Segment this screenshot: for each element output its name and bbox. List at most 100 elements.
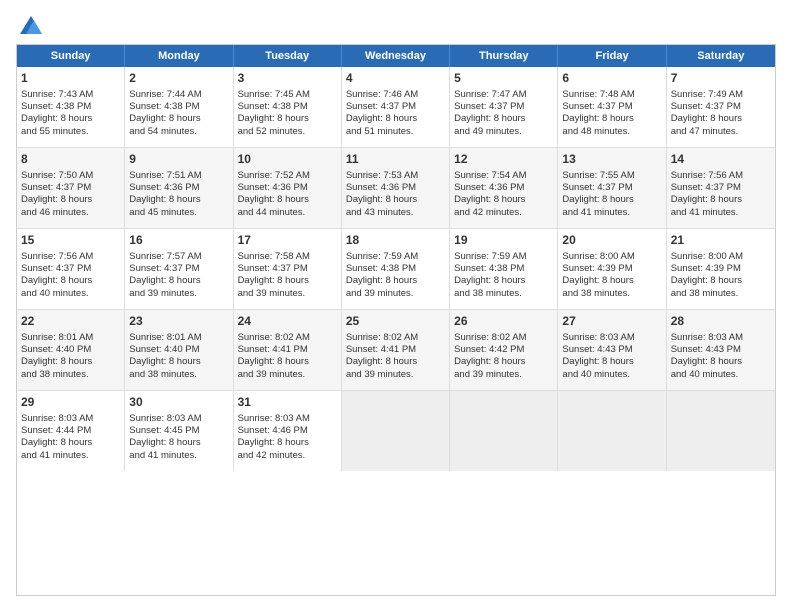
calendar-cell: [667, 391, 775, 471]
day-info-line: and 39 minutes.: [238, 369, 337, 381]
day-info-line: Sunset: 4:36 PM: [346, 182, 445, 194]
day-info-line: Sunrise: 7:56 AM: [671, 170, 771, 182]
day-info-line: and 40 minutes.: [21, 288, 120, 300]
calendar-cell: 7Sunrise: 7:49 AMSunset: 4:37 PMDaylight…: [667, 67, 775, 147]
day-info-line: Daylight: 8 hours: [671, 194, 771, 206]
day-info-line: Sunrise: 7:57 AM: [129, 251, 228, 263]
day-info-line: Sunset: 4:37 PM: [671, 182, 771, 194]
day-info-line: and 39 minutes.: [346, 369, 445, 381]
calendar-cell: 5Sunrise: 7:47 AMSunset: 4:37 PMDaylight…: [450, 67, 558, 147]
calendar-cell: 27Sunrise: 8:03 AMSunset: 4:43 PMDayligh…: [558, 310, 666, 390]
day-number: 28: [671, 314, 771, 330]
day-info-line: Sunset: 4:40 PM: [21, 344, 120, 356]
day-number: 21: [671, 233, 771, 249]
day-number: 18: [346, 233, 445, 249]
calendar-cell: 26Sunrise: 8:02 AMSunset: 4:42 PMDayligh…: [450, 310, 558, 390]
calendar-cell: [450, 391, 558, 471]
day-info-line: Daylight: 8 hours: [562, 194, 661, 206]
day-info-line: and 40 minutes.: [671, 369, 771, 381]
day-info-line: Daylight: 8 hours: [21, 194, 120, 206]
day-info-line: Daylight: 8 hours: [21, 275, 120, 287]
calendar-cell: 10Sunrise: 7:52 AMSunset: 4:36 PMDayligh…: [234, 148, 342, 228]
calendar-cell: 25Sunrise: 8:02 AMSunset: 4:41 PMDayligh…: [342, 310, 450, 390]
day-number: 25: [346, 314, 445, 330]
day-info-line: Sunrise: 8:02 AM: [346, 332, 445, 344]
day-info-line: Daylight: 8 hours: [346, 194, 445, 206]
day-info-line: and 48 minutes.: [562, 126, 661, 138]
calendar-cell: 12Sunrise: 7:54 AMSunset: 4:36 PMDayligh…: [450, 148, 558, 228]
day-info-line: and 40 minutes.: [562, 369, 661, 381]
day-info-line: Sunrise: 8:01 AM: [21, 332, 120, 344]
day-info-line: Sunrise: 8:03 AM: [238, 413, 337, 425]
calendar-cell: 15Sunrise: 7:56 AMSunset: 4:37 PMDayligh…: [17, 229, 125, 309]
day-info-line: Sunset: 4:43 PM: [562, 344, 661, 356]
day-info-line: Sunset: 4:41 PM: [238, 344, 337, 356]
day-info-line: Sunrise: 8:03 AM: [562, 332, 661, 344]
day-number: 17: [238, 233, 337, 249]
day-info-line: Sunrise: 8:02 AM: [238, 332, 337, 344]
day-info-line: and 38 minutes.: [21, 369, 120, 381]
day-info-line: Sunset: 4:37 PM: [562, 182, 661, 194]
day-info-line: Sunset: 4:38 PM: [454, 263, 553, 275]
day-number: 30: [129, 395, 228, 411]
day-info-line: Sunset: 4:36 PM: [129, 182, 228, 194]
day-info-line: and 39 minutes.: [454, 369, 553, 381]
day-info-line: Daylight: 8 hours: [346, 356, 445, 368]
weekday-header-saturday: Saturday: [667, 45, 775, 67]
day-number: 27: [562, 314, 661, 330]
day-info-line: and 41 minutes.: [562, 207, 661, 219]
day-number: 22: [21, 314, 120, 330]
page: SundayMondayTuesdayWednesdayThursdayFrid…: [0, 0, 792, 612]
day-info-line: Daylight: 8 hours: [671, 113, 771, 125]
calendar-cell: 31Sunrise: 8:03 AMSunset: 4:46 PMDayligh…: [234, 391, 342, 471]
day-info-line: and 45 minutes.: [129, 207, 228, 219]
day-info-line: Sunrise: 7:43 AM: [21, 89, 120, 101]
day-info-line: Daylight: 8 hours: [454, 275, 553, 287]
calendar-cell: 13Sunrise: 7:55 AMSunset: 4:37 PMDayligh…: [558, 148, 666, 228]
calendar: SundayMondayTuesdayWednesdayThursdayFrid…: [16, 44, 776, 596]
day-info-line: Daylight: 8 hours: [129, 437, 228, 449]
day-info-line: Sunset: 4:45 PM: [129, 425, 228, 437]
weekday-header-wednesday: Wednesday: [342, 45, 450, 67]
day-info-line: and 38 minutes.: [562, 288, 661, 300]
day-number: 12: [454, 152, 553, 168]
day-number: 16: [129, 233, 228, 249]
day-info-line: Sunset: 4:37 PM: [562, 101, 661, 113]
day-info-line: Daylight: 8 hours: [238, 275, 337, 287]
day-info-line: Sunrise: 7:48 AM: [562, 89, 661, 101]
day-info-line: Sunrise: 8:02 AM: [454, 332, 553, 344]
calendar-cell: 19Sunrise: 7:59 AMSunset: 4:38 PMDayligh…: [450, 229, 558, 309]
day-info-line: Sunset: 4:46 PM: [238, 425, 337, 437]
calendar-cell: 23Sunrise: 8:01 AMSunset: 4:40 PMDayligh…: [125, 310, 233, 390]
day-info-line: and 42 minutes.: [454, 207, 553, 219]
day-number: 7: [671, 71, 771, 87]
day-info-line: Sunset: 4:42 PM: [454, 344, 553, 356]
day-info-line: Daylight: 8 hours: [21, 356, 120, 368]
day-info-line: and 51 minutes.: [346, 126, 445, 138]
day-info-line: Daylight: 8 hours: [671, 275, 771, 287]
calendar-cell: 9Sunrise: 7:51 AMSunset: 4:36 PMDaylight…: [125, 148, 233, 228]
day-info-line: and 38 minutes.: [454, 288, 553, 300]
day-info-line: and 55 minutes.: [21, 126, 120, 138]
day-number: 14: [671, 152, 771, 168]
day-info-line: Sunrise: 7:59 AM: [454, 251, 553, 263]
day-number: 31: [238, 395, 337, 411]
day-number: 8: [21, 152, 120, 168]
day-info-line: Sunrise: 7:52 AM: [238, 170, 337, 182]
day-info-line: and 41 minutes.: [21, 450, 120, 462]
day-info-line: Sunrise: 7:50 AM: [21, 170, 120, 182]
day-info-line: Daylight: 8 hours: [454, 113, 553, 125]
calendar-cell: 4Sunrise: 7:46 AMSunset: 4:37 PMDaylight…: [342, 67, 450, 147]
calendar-cell: 8Sunrise: 7:50 AMSunset: 4:37 PMDaylight…: [17, 148, 125, 228]
day-info-line: Sunset: 4:37 PM: [21, 263, 120, 275]
day-info-line: Daylight: 8 hours: [346, 113, 445, 125]
day-info-line: Sunset: 4:37 PM: [238, 263, 337, 275]
calendar-cell: [342, 391, 450, 471]
day-info-line: Sunrise: 8:01 AM: [129, 332, 228, 344]
day-number: 9: [129, 152, 228, 168]
day-info-line: Sunrise: 8:03 AM: [129, 413, 228, 425]
day-info-line: Sunrise: 7:47 AM: [454, 89, 553, 101]
day-info-line: Daylight: 8 hours: [238, 194, 337, 206]
calendar-cell: 14 Sunrise: 7:56 AMSunset: 4:37 PMDayligh…: [667, 148, 775, 228]
day-info-line: Sunrise: 7:55 AM: [562, 170, 661, 182]
